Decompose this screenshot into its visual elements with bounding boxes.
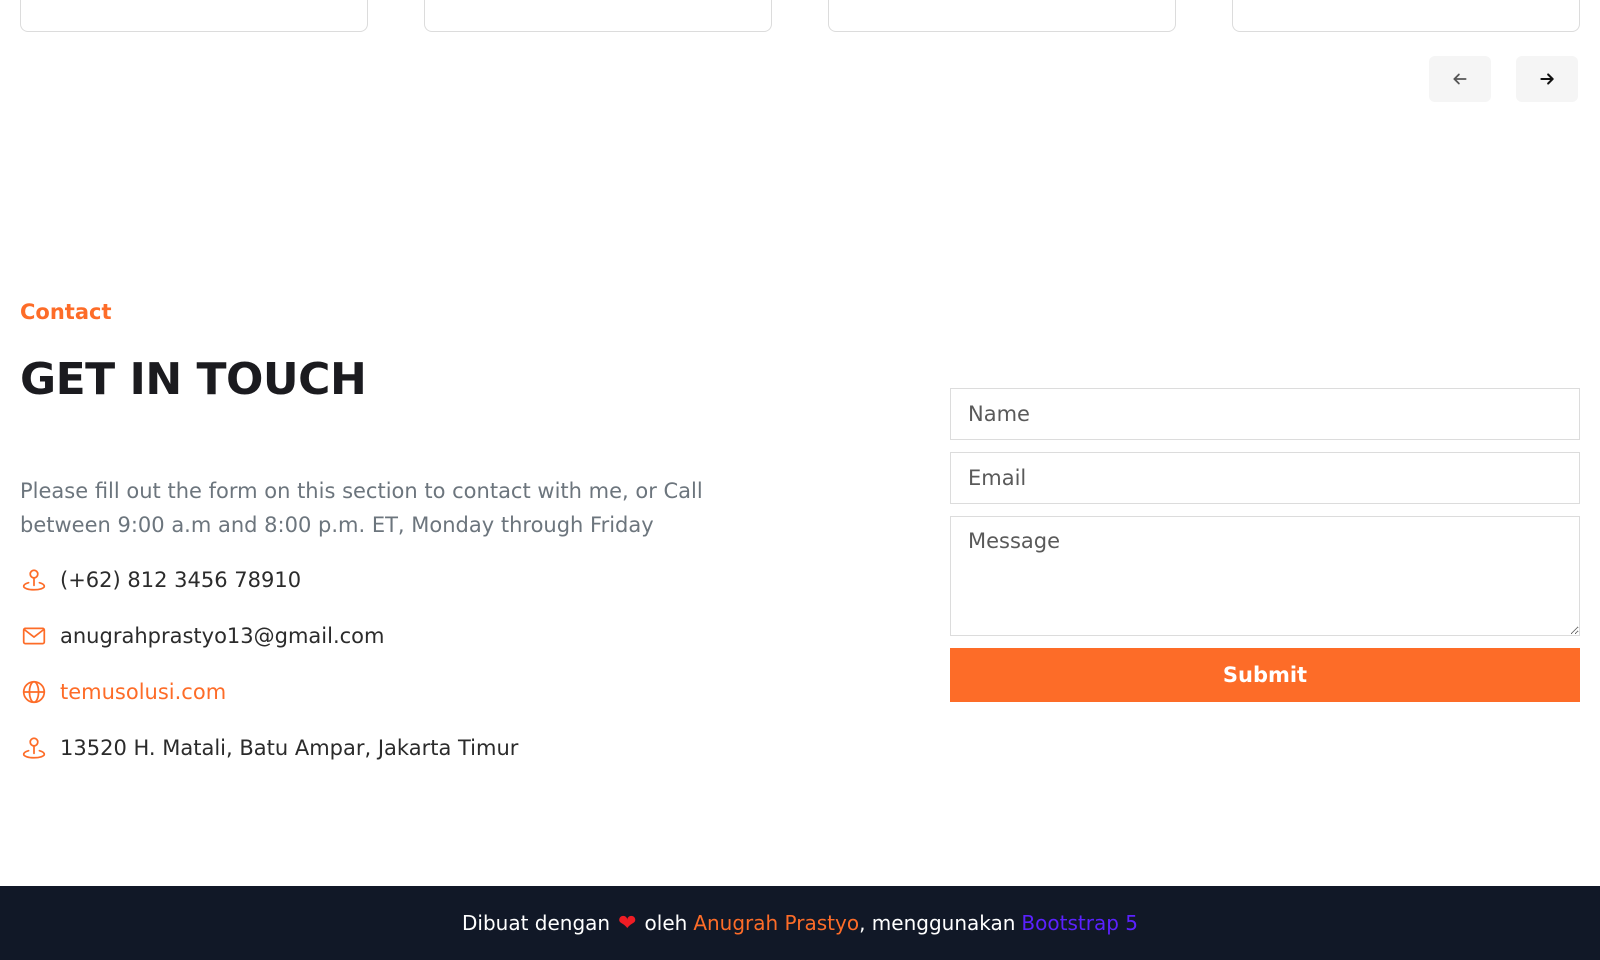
contact-website: temusolusi.com: [20, 676, 226, 708]
portfolio-card[interactable]: [20, 0, 368, 32]
contact-phone: (+62) 812 3456 78910: [20, 564, 301, 596]
contact-email-text: anugrahprastyo13@gmail.com: [60, 624, 385, 648]
contact-phone-text: (+62) 812 3456 78910: [60, 568, 302, 592]
globe-icon: [20, 678, 48, 706]
arrow-right-icon: [1540, 73, 1554, 85]
carousel-next-button[interactable]: [1516, 56, 1578, 102]
section-eyebrow: Contact: [20, 300, 112, 324]
contact-address: 13520 H. Matali, Batu Ampar, Jakarta Tim…: [20, 732, 518, 764]
contact-form: Submit: [950, 388, 1580, 702]
website-link[interactable]: temusolusi.com: [60, 680, 226, 704]
framework-link[interactable]: Bootstrap 5: [1021, 911, 1138, 935]
author-link[interactable]: Anugrah Prastyo: [693, 911, 859, 935]
mail-icon: [20, 622, 48, 650]
section-heading: GET IN TOUCH: [20, 354, 367, 405]
contact-email: anugrahprastyo13@gmail.com: [20, 620, 385, 652]
map-pin-icon: [20, 566, 48, 594]
message-textarea[interactable]: [950, 516, 1580, 636]
carousel-prev-button[interactable]: [1429, 56, 1491, 102]
contact-address-text: 13520 H. Matali, Batu Ampar, Jakarta Tim…: [60, 736, 519, 760]
heart-icon: ❤: [618, 910, 637, 936]
footer-by: oleh: [644, 911, 688, 935]
portfolio-card[interactable]: [424, 0, 772, 32]
footer: Dibuat dengan ❤ oleh Anugrah Prastyo , m…: [0, 886, 1600, 960]
name-input[interactable]: [950, 388, 1580, 440]
submit-button[interactable]: Submit: [950, 648, 1580, 702]
map-pin-icon: [20, 734, 48, 762]
footer-using: , menggunakan: [859, 911, 1016, 935]
page: Contact GET IN TOUCH Please fill out the…: [0, 0, 1600, 960]
contact-description: Please fill out the form on this section…: [20, 479, 703, 537]
portfolio-card[interactable]: [1232, 0, 1580, 32]
arrow-left-icon: [1453, 73, 1467, 85]
footer-made-with: Dibuat dengan: [462, 911, 611, 935]
email-input[interactable]: [950, 452, 1580, 504]
portfolio-card[interactable]: [828, 0, 1176, 32]
